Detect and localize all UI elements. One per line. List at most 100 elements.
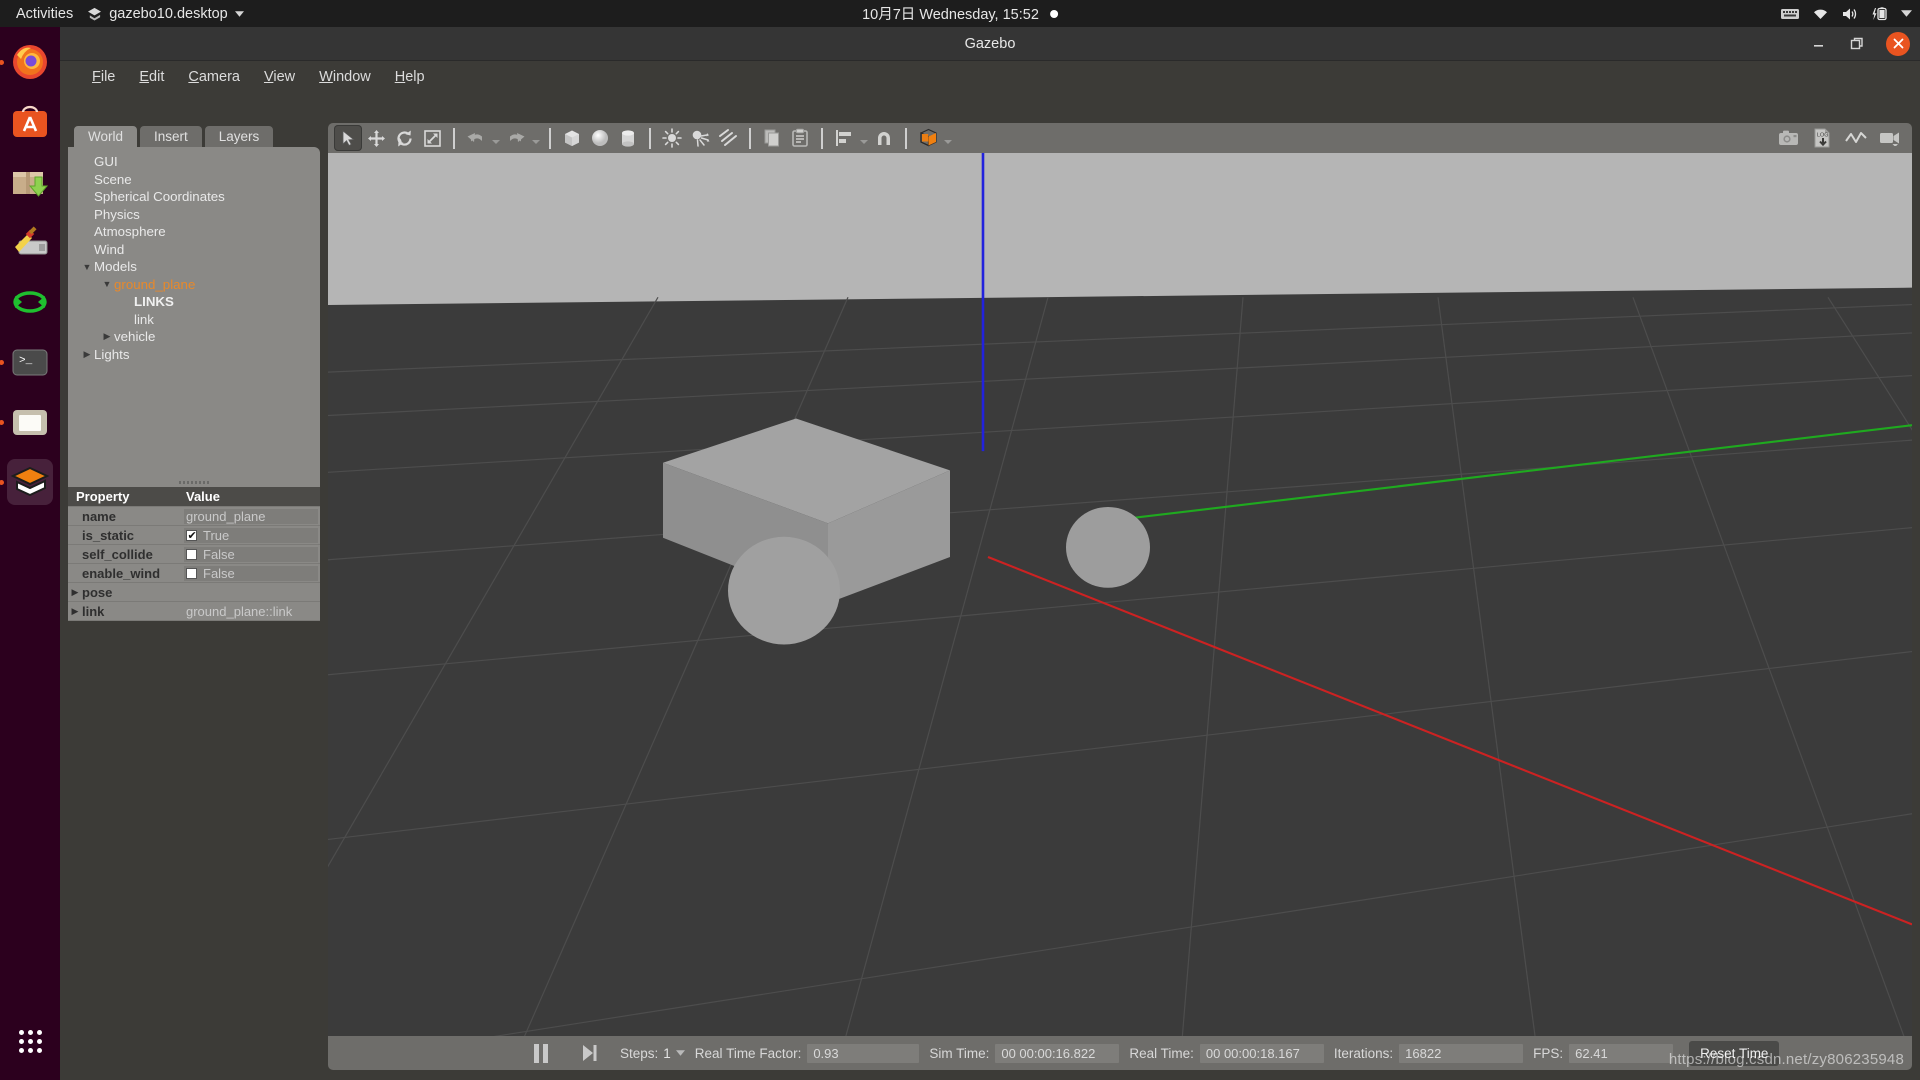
dock-item-sync-tool[interactable] [7, 279, 53, 325]
align-button[interactable] [830, 125, 858, 151]
system-tray[interactable] [1781, 6, 1912, 21]
rotate-mode-button[interactable] [390, 125, 418, 151]
tree-item-link[interactable]: link [68, 311, 320, 329]
select-mode-button[interactable] [334, 125, 362, 151]
translate-mode-button[interactable] [362, 125, 390, 151]
real-time-value: 00 00:00:18.167 [1199, 1043, 1324, 1063]
steps-control[interactable]: Steps: 1 [620, 1046, 685, 1061]
sync-refresh-icon [13, 291, 47, 313]
pause-button[interactable] [528, 1040, 554, 1066]
dock-item-disk-cleaner[interactable] [7, 219, 53, 265]
panel-splitter[interactable] [68, 477, 320, 487]
tree-label: Physics [94, 206, 140, 222]
tree-item-ground-plane[interactable]: ▼ ground_plane [68, 276, 320, 294]
insert-directional-light-button[interactable] [714, 125, 742, 151]
checkbox-unchecked-icon[interactable] [186, 567, 197, 579]
table-row[interactable]: self_collide False [68, 545, 320, 564]
save-log-button[interactable]: LOG [1808, 125, 1836, 151]
dock-item-firefox[interactable] [0, 39, 53, 85]
chevron-right-icon[interactable]: ▶ [68, 606, 82, 617]
chevron-down-icon[interactable]: ▼ [100, 279, 114, 289]
tree-label: Lights [94, 346, 130, 362]
dock-item-files[interactable] [0, 399, 53, 445]
toolbar-separator [649, 127, 651, 149]
paste-button[interactable] [786, 125, 814, 151]
table-row[interactable]: is_static True [68, 526, 320, 545]
checkbox-unchecked-icon[interactable] [186, 548, 197, 560]
close-button[interactable] [1886, 31, 1910, 56]
insert-cylinder-button[interactable] [614, 125, 642, 151]
tree-item-wind[interactable]: Wind [68, 241, 320, 259]
running-indicator [0, 479, 4, 485]
prop-value-text: True [203, 527, 230, 543]
menu-help[interactable]: Help [383, 65, 437, 89]
insert-box-button[interactable] [558, 125, 586, 151]
align-dropdown[interactable] [858, 125, 870, 151]
table-row[interactable]: name ground_plane [68, 507, 320, 526]
steps-label: Steps: [620, 1045, 659, 1061]
files-folder-icon [13, 410, 47, 435]
undo-button[interactable] [462, 125, 490, 151]
tree-item-vehicle[interactable]: ▶ vehicle [68, 328, 320, 346]
menu-window[interactable]: Window [307, 65, 383, 89]
gazebo-window: Gazebo File Edit Camera View Window Help… [60, 27, 1920, 1080]
tree-item-physics[interactable]: Physics [68, 206, 320, 224]
menu-edit[interactable]: Edit [127, 65, 176, 89]
tree-item-gui[interactable]: GUI [68, 153, 320, 171]
rotate-icon [396, 130, 412, 146]
tab-layers[interactable]: Layers [204, 126, 274, 147]
record-video-button[interactable] [1876, 125, 1904, 151]
active-app-menu[interactable]: gazebo10.desktop [87, 6, 244, 22]
menu-camera[interactable]: Camera [176, 65, 252, 89]
redo-dropdown[interactable] [530, 125, 542, 151]
viewport-3d[interactable] [328, 153, 1912, 1036]
plot-button[interactable] [1842, 125, 1870, 151]
step-forward-icon [583, 1045, 597, 1061]
dock-item-ubuntu-software[interactable] [7, 99, 53, 145]
chevron-down-icon[interactable]: ▼ [80, 262, 94, 272]
chevron-right-icon[interactable]: ▶ [68, 587, 82, 598]
step-button[interactable] [576, 1040, 602, 1066]
dock-item-package-installer[interactable] [7, 159, 53, 205]
view-mode-button[interactable] [914, 125, 942, 151]
undo-dropdown[interactable] [490, 125, 502, 151]
screenshot-button[interactable] [1774, 125, 1802, 151]
view-mode-dropdown[interactable] [942, 125, 954, 151]
copy-button[interactable] [758, 125, 786, 151]
chevron-right-icon[interactable]: ▶ [100, 331, 114, 342]
tab-insert[interactable]: Insert [140, 126, 202, 147]
menu-file[interactable]: File [80, 65, 127, 89]
box-icon [565, 130, 579, 146]
show-applications-button[interactable] [7, 1018, 53, 1064]
chevron-down-icon[interactable] [675, 1050, 685, 1056]
activities-button[interactable]: Activities [0, 6, 87, 22]
dock-item-gazebo[interactable] [0, 459, 53, 505]
maximize-button[interactable] [1847, 34, 1867, 54]
insert-spot-light-button[interactable] [686, 125, 714, 151]
table-row[interactable]: enable_wind False [68, 564, 320, 583]
tree-item-atmosphere[interactable]: Atmosphere [68, 223, 320, 241]
window-title: Gazebo [964, 35, 1016, 52]
snap-button[interactable] [870, 125, 898, 151]
scale-mode-button[interactable] [418, 125, 446, 151]
minimize-button[interactable] [1808, 34, 1828, 54]
camera-icon [1778, 130, 1798, 145]
tree-item-models[interactable]: ▼ Models [68, 258, 320, 276]
tree-item-links[interactable]: LINKS [68, 293, 320, 311]
gazebo-layers-icon [88, 7, 102, 21]
insert-sphere-button[interactable] [586, 125, 614, 151]
tree-item-lights[interactable]: ▶ Lights [68, 346, 320, 364]
insert-point-light-button[interactable] [658, 125, 686, 151]
tab-world[interactable]: World [74, 126, 138, 147]
tree-item-spherical-coordinates[interactable]: Spherical Coordinates [68, 188, 320, 206]
table-row[interactable]: ▶ pose [68, 583, 320, 602]
redo-button[interactable] [502, 125, 530, 151]
clock-menu[interactable]: 10月7日 Wednesday, 15:52 [862, 3, 1058, 24]
checkbox-checked-icon[interactable] [186, 529, 197, 542]
chevron-right-icon[interactable]: ▶ [80, 349, 94, 360]
running-indicator [0, 419, 4, 425]
table-row[interactable]: ▶ link ground_plane::link [68, 602, 320, 621]
tree-item-scene[interactable]: Scene [68, 171, 320, 189]
menu-view[interactable]: View [252, 65, 307, 89]
dock-item-terminal[interactable]: >_ [0, 339, 53, 385]
